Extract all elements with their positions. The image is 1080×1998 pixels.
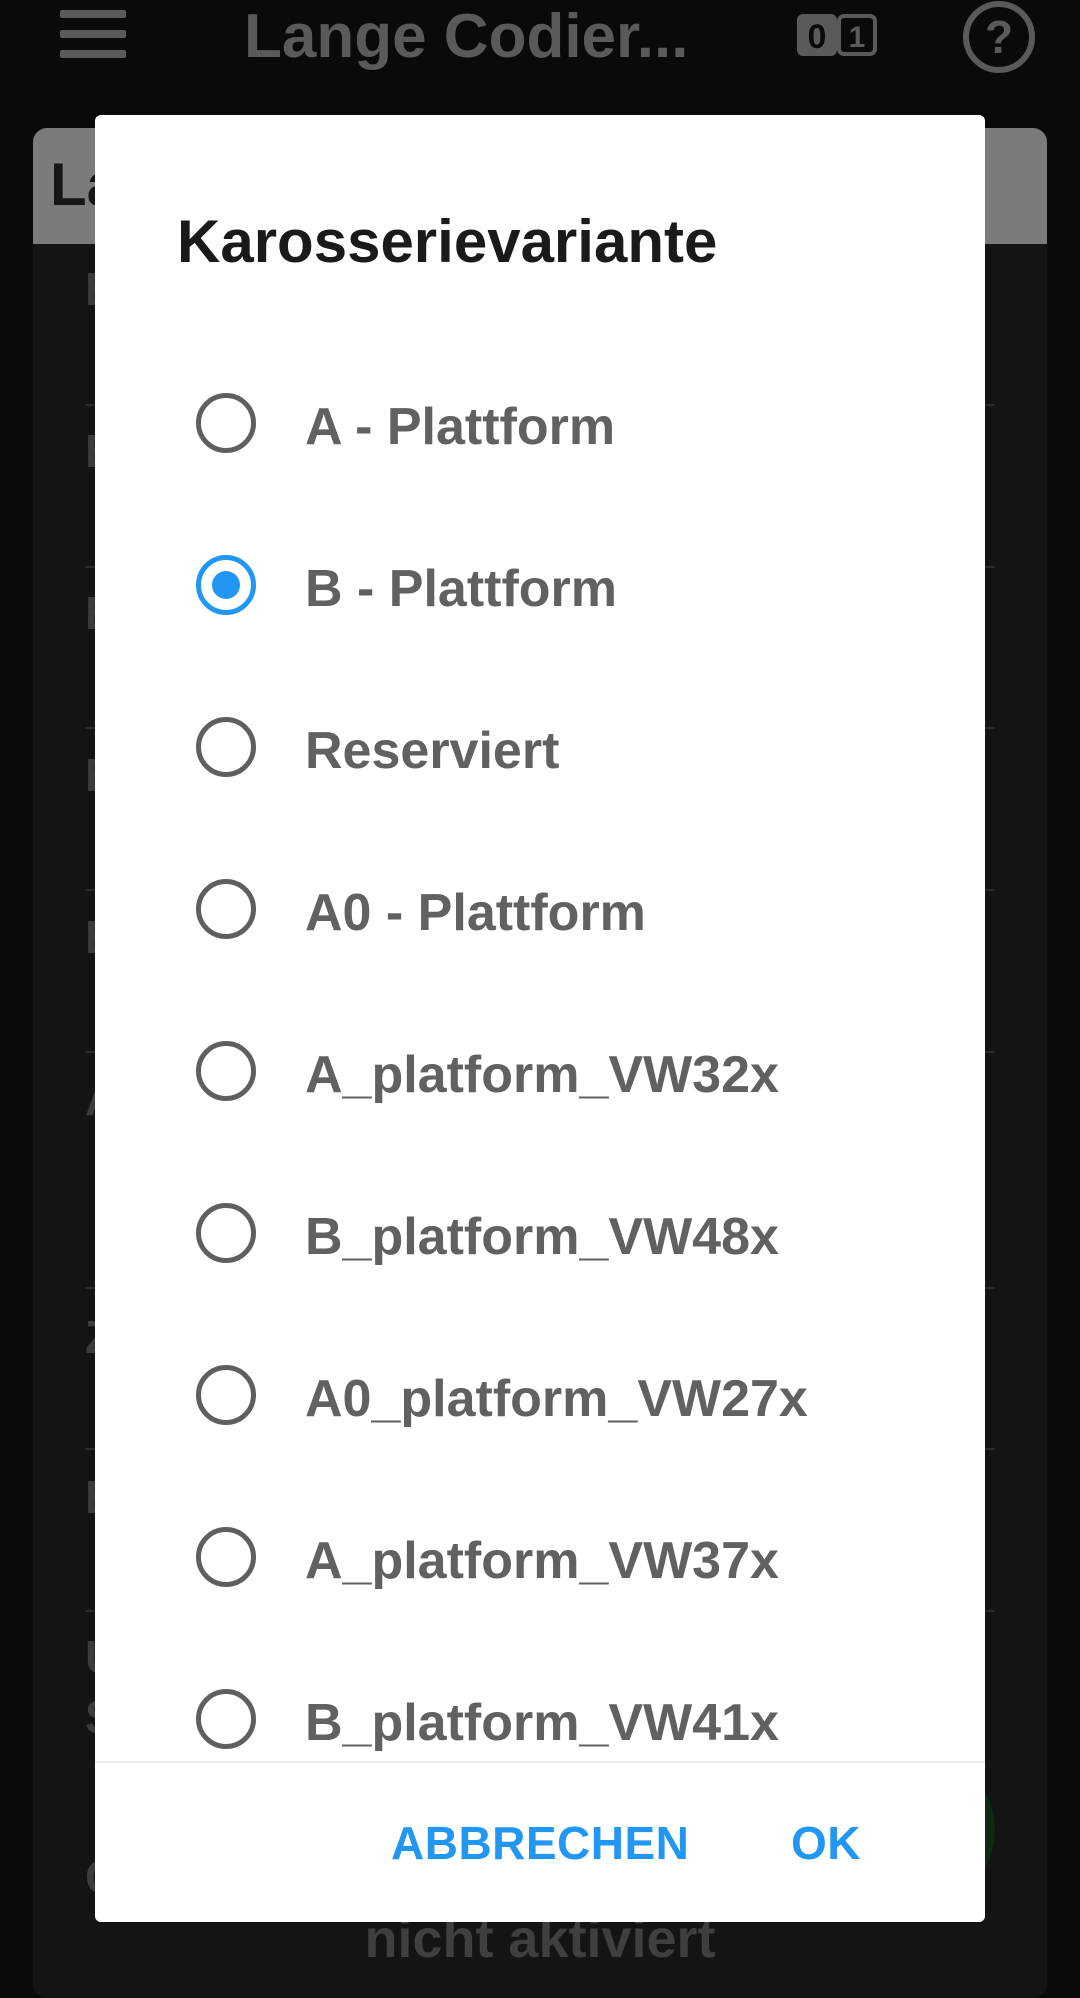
option-label: B_platform_VW48x <box>305 1208 779 1266</box>
option-label: Reserviert <box>305 722 560 780</box>
option-label: B - Plattform <box>305 560 617 618</box>
option-a-plattform[interactable]: A - Plattform <box>95 345 985 507</box>
option-a-platform-vw32x[interactable]: A_platform_VW32x <box>95 993 985 1155</box>
option-label: B_platform_VW41x <box>305 1694 779 1752</box>
radio-unchecked-icon[interactable] <box>196 1689 256 1749</box>
option-a0-platform-vw27x[interactable]: A0_platform_VW27x <box>95 1317 985 1479</box>
menu-icon[interactable] <box>60 10 126 58</box>
option-a-platform-vw37x[interactable]: A_platform_VW37x <box>95 1479 985 1641</box>
option-label: A_platform_VW37x <box>305 1532 779 1590</box>
radio-unchecked-icon[interactable] <box>196 1527 256 1587</box>
option-b-platform-vw41x[interactable]: B_platform_VW41x <box>95 1641 985 1803</box>
radio-unchecked-icon[interactable] <box>196 879 256 939</box>
cancel-button[interactable]: ABBRECHEN <box>391 1815 689 1871</box>
single-choice-dialog: Karosserievariante A - Plattform B - Pla… <box>95 115 985 1922</box>
option-a0-plattform[interactable]: A0 - Plattform <box>95 831 985 993</box>
app-title: Lange Codier... <box>244 2 689 71</box>
option-reserviert[interactable]: Reserviert <box>95 669 985 831</box>
option-label: A - Plattform <box>305 398 616 456</box>
radio-unchecked-icon[interactable] <box>196 1041 256 1101</box>
ok-button[interactable]: OK <box>791 1815 861 1871</box>
actions-divider <box>95 1761 985 1763</box>
radio-unchecked-icon[interactable] <box>196 1203 256 1263</box>
dialog-title: Karosserievariante <box>177 208 718 275</box>
option-b-plattform[interactable]: B - Plattform <box>95 507 985 669</box>
option-b-platform-vw48x[interactable]: B_platform_VW48x <box>95 1155 985 1317</box>
radio-unchecked-icon[interactable] <box>196 393 256 453</box>
help-icon[interactable]: ? <box>962 0 1036 74</box>
svg-text:0: 0 <box>808 18 827 56</box>
radio-unchecked-icon[interactable] <box>196 717 256 777</box>
radio-checked-icon[interactable] <box>196 555 256 615</box>
option-label: A_platform_VW32x <box>305 1046 779 1104</box>
radio-unchecked-icon[interactable] <box>196 1365 256 1425</box>
option-label: A0_platform_VW27x <box>305 1370 808 1428</box>
app-bar: Lange Codier... 0 1 ? <box>0 0 1080 80</box>
binary-icon[interactable]: 0 1 <box>795 10 879 60</box>
option-label: A0 - Plattform <box>305 884 646 942</box>
svg-text:?: ? <box>985 11 1013 63</box>
option-list[interactable]: A - Plattform B - Plattform Reserviert A… <box>95 345 985 1875</box>
svg-text:1: 1 <box>849 21 866 54</box>
